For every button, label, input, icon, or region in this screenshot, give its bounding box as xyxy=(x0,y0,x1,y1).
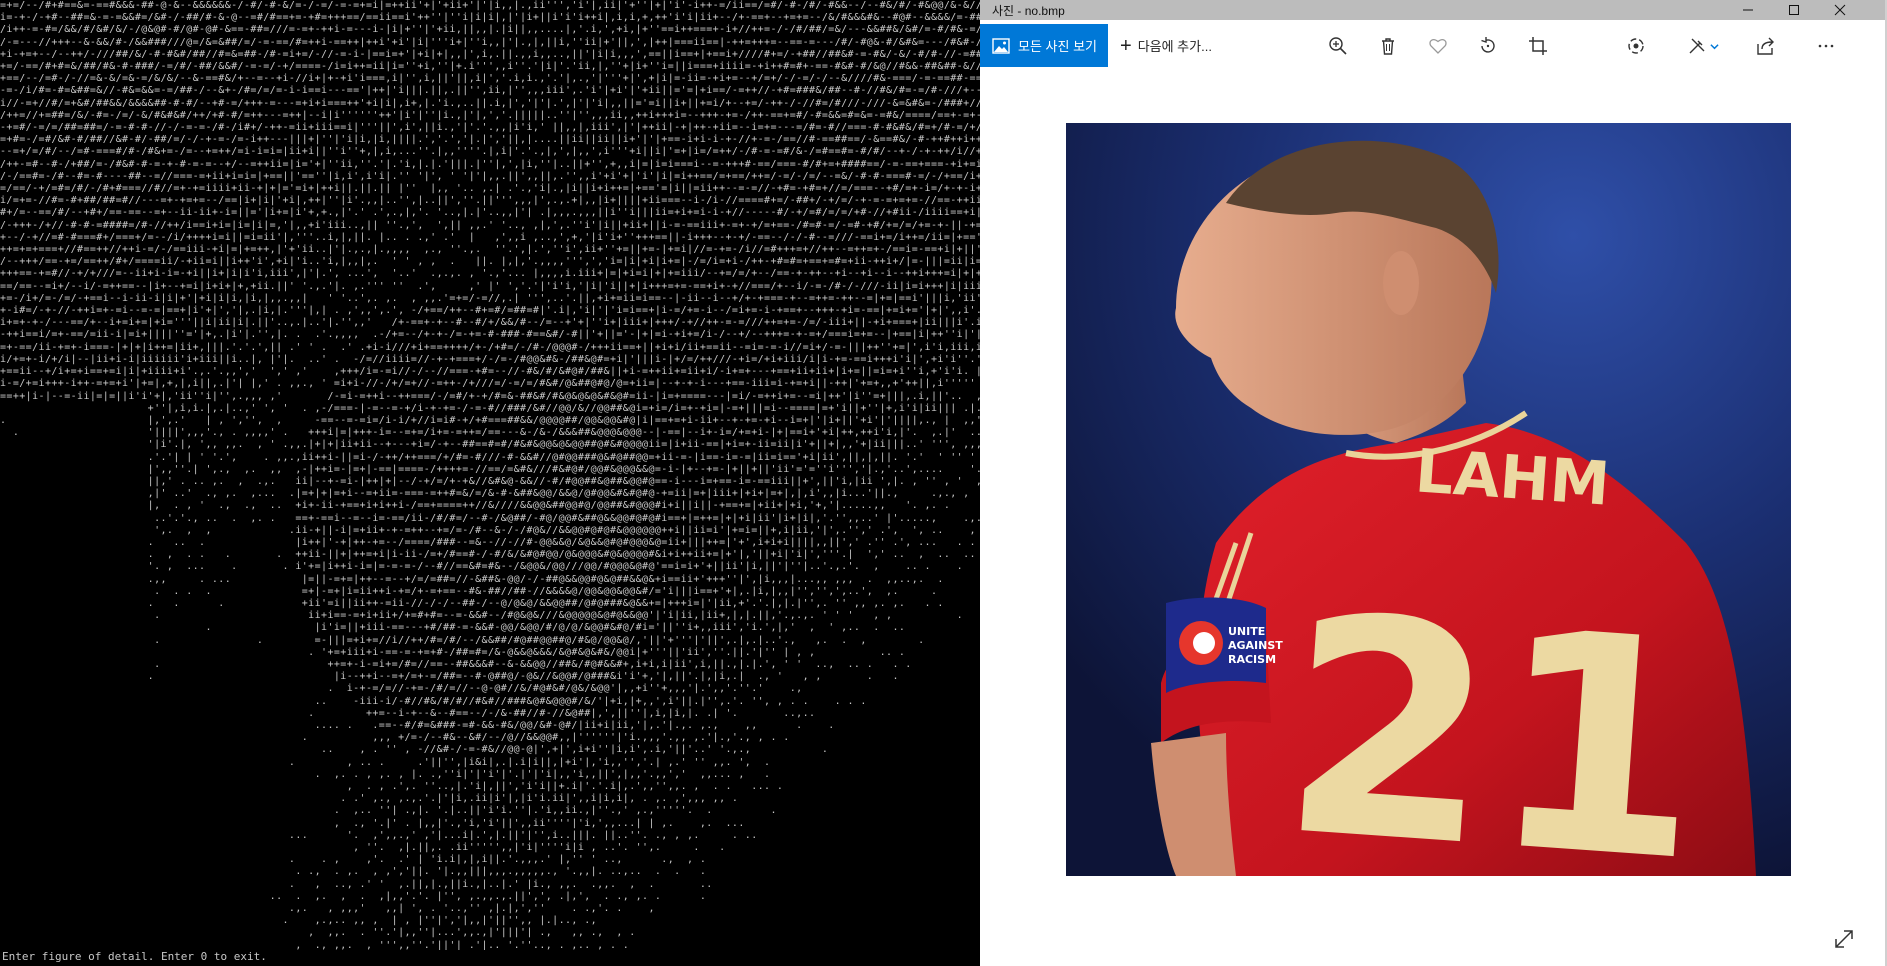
all-photos-button[interactable]: 모든 사진 보기 xyxy=(980,24,1108,67)
favorite-button[interactable] xyxy=(1424,32,1452,60)
lens-button[interactable] xyxy=(1622,32,1650,60)
crop-icon xyxy=(1529,37,1547,55)
console-window: =+=/--/#+#==&=-==#&&&-##-@-&--&&&&&&-/-#… xyxy=(0,0,980,966)
armband-line-2: AGAINST xyxy=(1228,639,1283,652)
title-bar: 사진 - no.bmp xyxy=(980,0,1885,20)
rotate-icon xyxy=(1481,37,1495,53)
close-button[interactable] xyxy=(1817,0,1863,20)
more-button[interactable] xyxy=(1812,32,1840,60)
console-prompt: Enter figure of detail. Enter 0 to exit. xyxy=(2,950,267,963)
more-icon xyxy=(1818,44,1834,48)
displayed-photo: LAHM 21 UNITE AGAINST RACISM xyxy=(1066,123,1791,876)
armband-line-3: RACISM xyxy=(1228,653,1276,666)
photo-icon xyxy=(992,37,1010,54)
delete-button[interactable] xyxy=(1374,32,1402,60)
add-to-button[interactable]: + 다음에 추가... xyxy=(1120,24,1212,67)
armband-line-1: UNITE xyxy=(1228,625,1265,638)
minimize-icon xyxy=(1743,9,1753,11)
edit-button[interactable] xyxy=(1683,32,1723,60)
rotate-button[interactable] xyxy=(1474,32,1502,60)
maximize-icon xyxy=(1789,5,1799,15)
maximize-button[interactable] xyxy=(1771,0,1817,20)
photos-app-window: 사진 - no.bmp 모든 사진 보기 + 다음에 추가... LAHM 21… xyxy=(980,0,1887,966)
jersey-number: 21 xyxy=(1273,551,1714,876)
minimize-button[interactable] xyxy=(1725,0,1771,20)
lens-icon xyxy=(1628,38,1644,54)
jersey-name: LAHM xyxy=(1413,436,1612,519)
all-photos-label: 모든 사진 보기 xyxy=(1018,39,1097,54)
share-icon xyxy=(1757,37,1774,55)
image-viewer: LAHM 21 UNITE AGAINST RACISM xyxy=(980,71,1885,966)
expand-icon[interactable] xyxy=(1832,927,1856,951)
zoom-icon xyxy=(1329,37,1347,55)
share-button[interactable] xyxy=(1752,32,1780,60)
edit-icon xyxy=(1689,38,1705,54)
window-title: 사진 - no.bmp xyxy=(992,4,1065,18)
plus-icon: + xyxy=(1120,34,1132,57)
delete-icon xyxy=(1382,38,1394,55)
add-to-label: 다음에 추가... xyxy=(1137,39,1212,54)
chevron-down-icon xyxy=(1710,43,1719,49)
close-icon xyxy=(1834,4,1846,16)
crop-button[interactable] xyxy=(1524,32,1552,60)
zoom-button[interactable] xyxy=(1324,32,1352,60)
ascii-art-output: =+=/--/#+#==&=-==#&&&-##-@-&--&&&&&&-/-#… xyxy=(0,0,980,950)
heart-icon xyxy=(1429,39,1447,54)
toolbar: 모든 사진 보기 + 다음에 추가... xyxy=(980,20,1885,71)
